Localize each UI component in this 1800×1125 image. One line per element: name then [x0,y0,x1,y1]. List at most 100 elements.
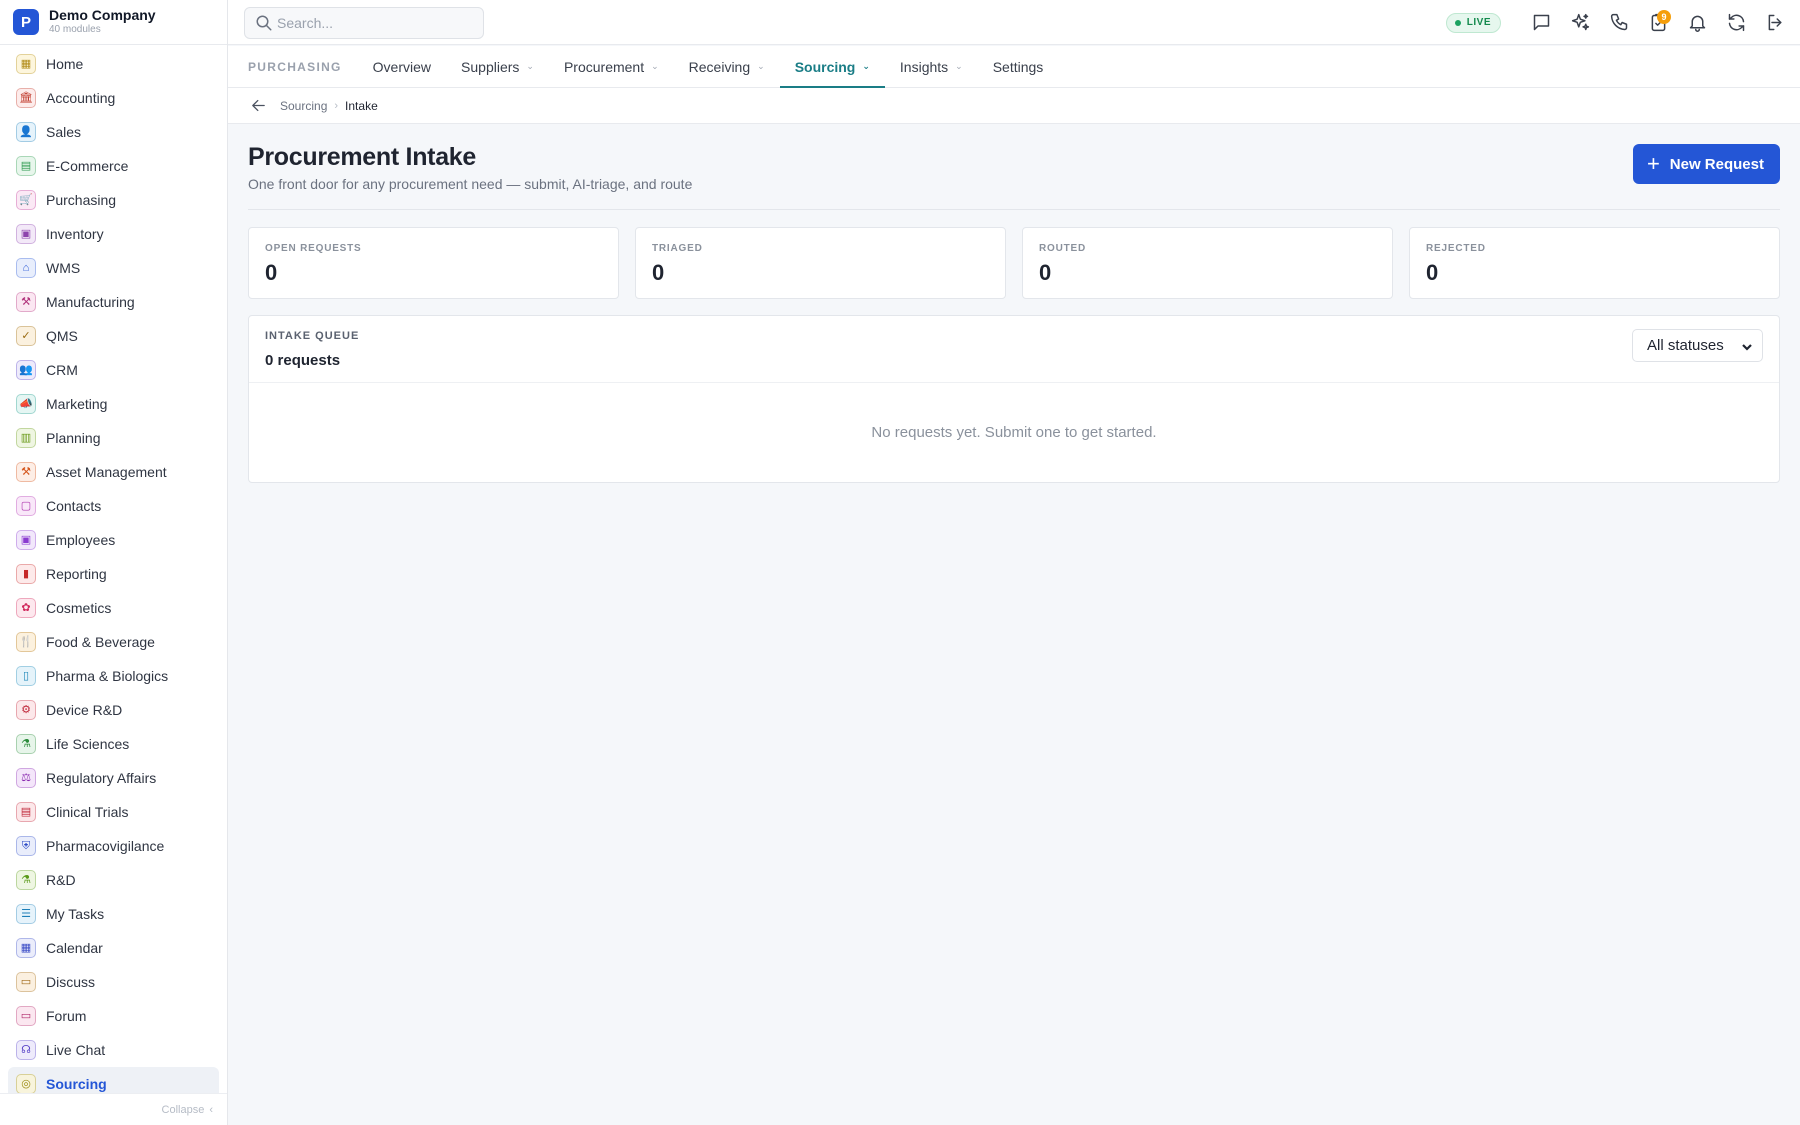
sidebar-item-label: Marketing [46,396,108,412]
sidebar-item-label: Forum [46,1008,87,1024]
sidebar-item-device-r-d[interactable]: ⚙ Device R&D [8,693,219,727]
tab-suppliers[interactable]: Suppliers ⌄ [446,46,549,87]
sidebar-item-employees[interactable]: ▣ Employees [8,523,219,557]
sidebar-item-clinical-trials[interactable]: ▤ Clinical Trials [8,795,219,829]
phone-icon [1610,13,1627,31]
logout-button[interactable] [1760,8,1790,38]
sidebar-item-inventory[interactable]: ▣ Inventory [8,217,219,251]
live-label: LIVE [1466,17,1491,28]
id-badge-icon: ▣ [16,530,36,550]
sidebar-item-my-tasks[interactable]: ☰ My Tasks [8,897,219,931]
stat-card-triaged: TRIAGED 0 [635,227,1006,299]
new-request-button[interactable]: + New Request [1632,144,1780,184]
vial-icon: ▯ [16,666,36,686]
logout-icon [1768,14,1781,31]
grid-icon: ▦ [16,54,36,74]
sidebar-item-label: Live Chat [46,1042,106,1058]
stat-value: 0 [1039,260,1052,285]
tab-label: Overview [372,58,432,75]
calendar-icon: ▦ [16,938,36,958]
sidebar-item-planning[interactable]: ▥ Planning [8,421,219,455]
sidebar-item-purchasing[interactable]: 🛒 Purchasing [8,183,219,217]
brand[interactable]: P Demo Company 40 modules [0,0,227,45]
sidebar-item-e-commerce[interactable]: ▤ E-Commerce [8,149,219,183]
sidebar-item-label: Inventory [46,226,104,242]
store-icon: ▤ [16,156,36,176]
sidebar-item-regulatory-affairs[interactable]: ⚖ Regulatory Affairs [8,761,219,795]
tab-label: Insights [899,58,949,75]
sidebar-item-pharma-biologics[interactable]: ▯ Pharma & Biologics [8,659,219,693]
live-status-badge: LIVE [1445,12,1501,33]
sidebar-item-reporting[interactable]: ▮ Reporting [8,557,219,591]
search-input[interactable] [277,15,467,31]
search-box[interactable] [244,7,484,39]
collapse-label: Collapse [161,1103,205,1116]
sidebar-item-cosmetics[interactable]: ✿ Cosmetics [8,591,219,625]
sidebar-item-forum[interactable]: ▭ Forum [8,999,219,1033]
shield-icon: ⛨ [16,836,36,856]
sidebar-item-sales[interactable]: 👤 Sales [8,115,219,149]
page-title: Procurement Intake [248,143,477,171]
approvals-button[interactable]: 9 [1643,8,1673,38]
phone-button[interactable] [1604,8,1634,38]
chevron-down-icon: ⌄ [757,61,765,71]
sidebar-item-food-beverage[interactable]: 🍴 Food & Beverage [8,625,219,659]
tab-sourcing[interactable]: Sourcing ⌄ [779,46,886,88]
chevron-down-icon: ⌄ [955,61,963,71]
stat-label: OPEN REQUESTS [265,243,362,254]
status-filter-select[interactable]: All statuses [1632,329,1763,362]
sidebar-item-label: Pharmacovigilance [46,838,165,854]
collapse-sidebar-button[interactable]: Collapse ‹ [0,1093,227,1125]
sidebar-item-qms[interactable]: ✓ QMS [8,319,219,353]
tab-receiving[interactable]: Receiving ⌄ [674,46,780,87]
contact-card-icon: ▢ [16,496,36,516]
sidebar-item-label: Purchasing [46,192,117,208]
breadcrumb-parent-link[interactable]: Sourcing [280,99,327,113]
chevron-down-icon [1742,339,1752,351]
sidebar-item-label: My Tasks [46,906,105,922]
tab-settings[interactable]: Settings [978,46,1059,87]
back-button[interactable] [248,96,268,116]
sidebar-item-label: Food & Beverage [46,634,155,650]
sidebar-item-label: Manufacturing [46,294,135,310]
chevron-down-icon: ⌄ [862,61,870,71]
sidebar-item-live-chat[interactable]: ☊ Live Chat [8,1033,219,1067]
messages-button[interactable] [1526,8,1556,38]
factory-icon: ⚒ [16,292,36,312]
sidebar-item-marketing[interactable]: 📣 Marketing [8,387,219,421]
tab-insights[interactable]: Insights ⌄ [885,46,978,87]
stat-card-routed: ROUTED 0 [1022,227,1393,299]
sidebar-item-contacts[interactable]: ▢ Contacts [8,489,219,523]
stat-value: 0 [652,260,665,285]
sidebar-item-life-sciences[interactable]: ⚗ Life Sciences [8,727,219,761]
sidebar-item-wms[interactable]: ⌂ WMS [8,251,219,285]
queue-empty-state: No requests yet. Submit one to get start… [871,424,1157,441]
ai-assistant-button[interactable] [1565,8,1595,38]
top-bar: LIVE 9 [228,0,1800,45]
tab-label: Settings [992,58,1044,75]
sidebar-item-crm[interactable]: 👥 CRM [8,353,219,387]
bar-chart-icon: ▮ [16,564,36,584]
headset-icon: ☊ [16,1040,36,1060]
sidebar-item-asset-management[interactable]: ⚒ Asset Management [8,455,219,489]
tab-overview[interactable]: Overview [358,46,446,87]
message-square-icon [1533,14,1549,31]
sidebar-item-label: Cosmetics [46,600,112,616]
sidebar-item-calendar[interactable]: ▦ Calendar [8,931,219,965]
sidebar-item-manufacturing[interactable]: ⚒ Manufacturing [8,285,219,319]
tab-label: Procurement [563,58,645,75]
sidebar-item-home[interactable]: ▦ Home [8,47,219,81]
tab-procurement[interactable]: Procurement ⌄ [549,46,674,87]
breadcrumb-current: Intake [345,98,378,113]
sidebar-item-discuss[interactable]: ▭ Discuss [8,965,219,999]
sidebar-item-pharmacovigilance[interactable]: ⛨ Pharmacovigilance [8,829,219,863]
sidebar-nav: ▦ Home 🏛 Accounting 👤 Sales ▤ E-Commerce 🛒 Purcha… [0,45,227,1101]
sidebar-item-accounting[interactable]: 🏛 Accounting [8,81,219,115]
notifications-button[interactable] [1682,8,1712,38]
cart-icon: 🛒 [16,190,36,210]
sidebar-item-label: WMS [46,260,81,276]
sidebar-item-label: Employees [46,532,116,548]
cog-icon: ⚙ [16,700,36,720]
sidebar-item-r-d[interactable]: ⚗ R&D [8,863,219,897]
switch-company-button[interactable] [1721,8,1751,38]
